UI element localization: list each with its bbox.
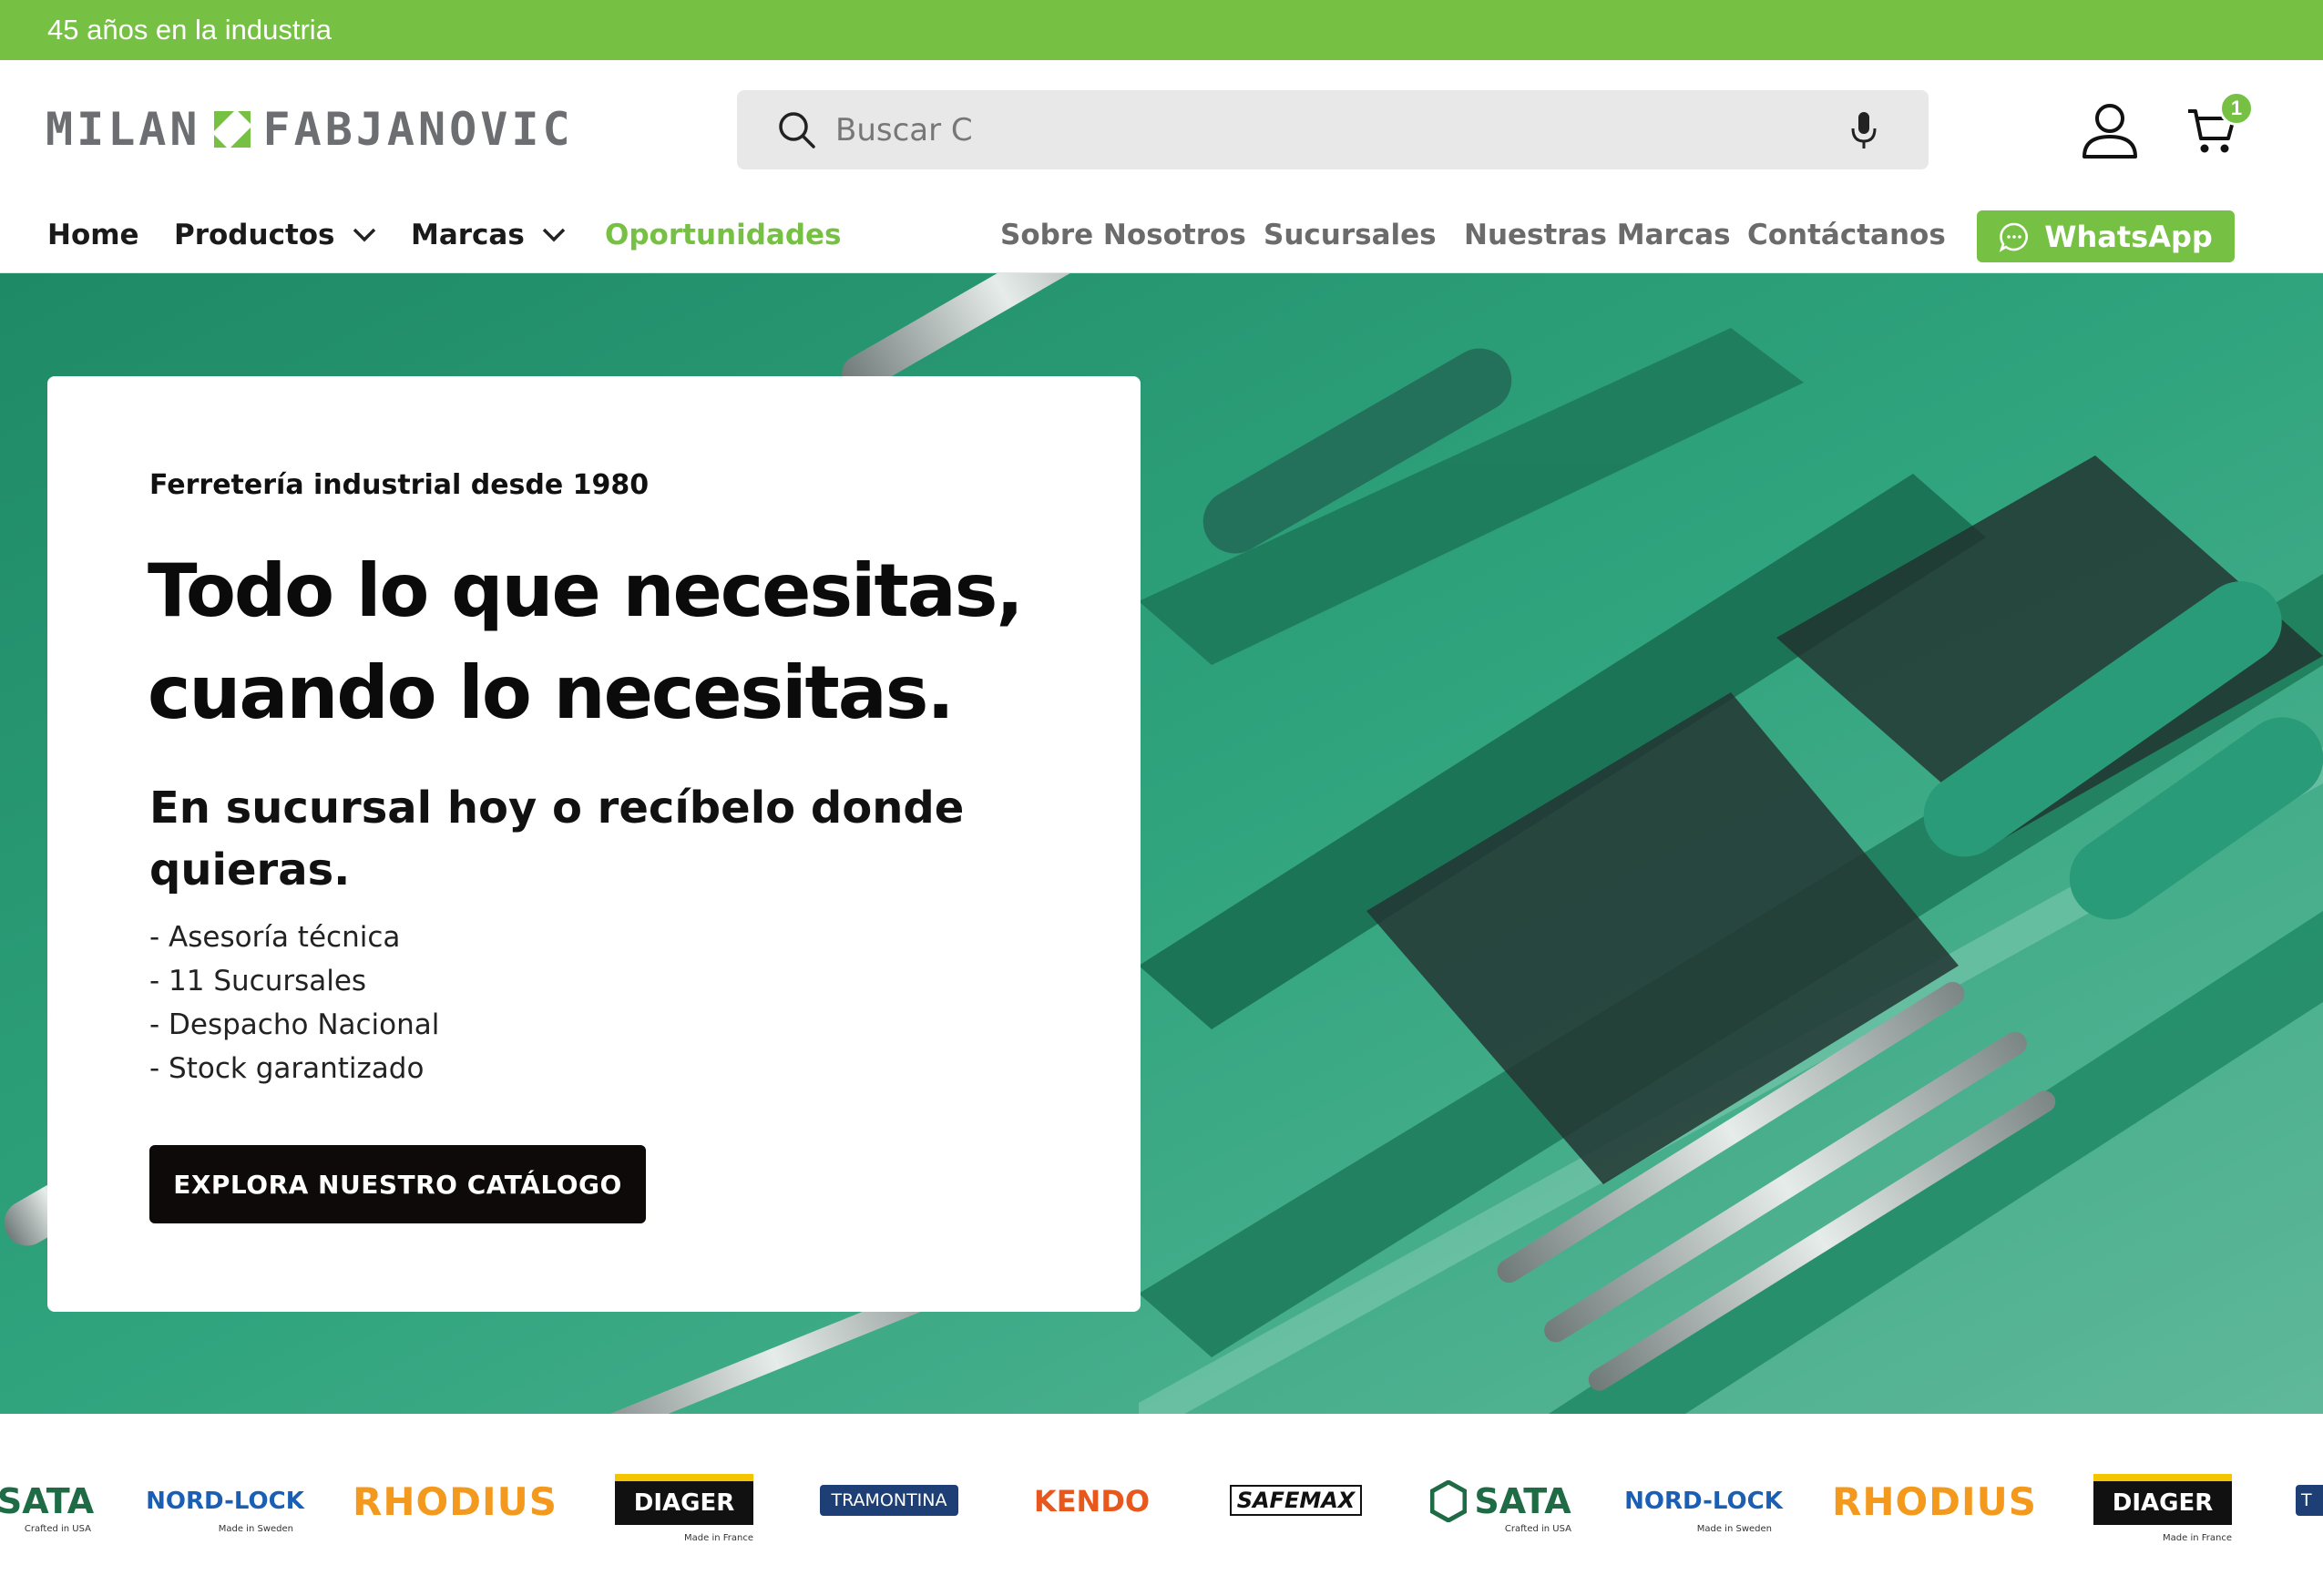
microphone-icon[interactable] xyxy=(1846,108,1882,152)
nav-label: Sobre Nosotros xyxy=(1000,219,1246,251)
hero-title-line: cuando lo necesitas. xyxy=(148,650,955,735)
hero-title: Todo lo que necesitas, cuando lo necesit… xyxy=(148,540,1059,744)
main-nav: Home Productos Marcas Oportunidades Sobr… xyxy=(0,200,2323,290)
brand-name: SATA xyxy=(1474,1481,1571,1521)
brand-tag: Crafted in USA xyxy=(24,1524,91,1534)
nav-item-nuestras-marcas[interactable]: Nuestras Marcas xyxy=(1464,219,1731,251)
brand-name: SAFEMAX xyxy=(1236,1488,1356,1513)
brand-name: NORD-LOCK xyxy=(146,1488,304,1515)
brand-logo-nord-lock[interactable]: NORD-LOCK Made in Sweden xyxy=(146,1474,304,1534)
site-logo[interactable]: MILAN FABJANOVIC xyxy=(46,103,574,156)
brand-name: NORD-LOCK xyxy=(1624,1488,1783,1515)
list-item: - Asesoría técnica xyxy=(149,921,401,954)
whatsapp-button[interactable]: WhatsApp xyxy=(1977,210,2235,262)
brand-logo-tramontina[interactable]: TRAMONTINA xyxy=(820,1485,958,1516)
brand-name: KENDO xyxy=(1033,1484,1151,1519)
hero-title-line: Todo lo que necesitas, xyxy=(148,548,1024,633)
cart-count-badge: 1 xyxy=(2219,91,2254,126)
brand-name: SATA xyxy=(0,1481,95,1521)
nav-item-home[interactable]: Home xyxy=(47,219,139,290)
brand-name: RHODIUS xyxy=(352,1478,558,1524)
hero-subtitle: En sucursal hoy o recíbelo donde quieras… xyxy=(149,783,965,895)
nav-item-marcas[interactable]: Marcas xyxy=(411,219,567,251)
logo-text-right: FABJANOVIC xyxy=(262,103,574,156)
search-icon[interactable] xyxy=(777,110,817,150)
site-header: MILAN FABJANOVIC 1 xyxy=(0,60,2323,200)
explore-catalog-button[interactable]: EXPLORA NUESTRO CATÁLOGO xyxy=(149,1145,646,1223)
brand-name: DIAGER xyxy=(2112,1489,2214,1517)
brand-name: DIAGER xyxy=(633,1489,735,1517)
hero-banner: Ferretería industrial desde 1980 Todo lo… xyxy=(0,273,2323,1414)
nav-label: Sucursales xyxy=(1264,219,1437,251)
whatsapp-label: WhatsApp xyxy=(2044,219,2213,254)
chevron-down-icon xyxy=(353,228,375,242)
brand-logo-rhodius[interactable]: RHODIUS xyxy=(353,1474,557,1529)
brand-logo-safemax[interactable]: SAFEMAX xyxy=(1230,1485,1362,1516)
nav-label: Contáctanos xyxy=(1747,219,1946,251)
brand-logo-sata[interactable]: SATA Crafted in USA xyxy=(1430,1474,1571,1534)
brand-logo-rhodius[interactable]: RHODIUS xyxy=(1832,1474,2036,1529)
nav-item-sucursales[interactable]: Sucursales xyxy=(1264,219,1437,251)
chevron-down-icon xyxy=(542,228,566,242)
brand-tag: Made in Sweden xyxy=(218,1524,293,1534)
brand-name: T xyxy=(2301,1490,2312,1510)
list-item: - 11 Sucursales xyxy=(149,965,367,998)
nav-label: Marcas xyxy=(411,219,525,251)
search-input[interactable] xyxy=(835,107,1746,154)
brand-logo-sata[interactable]: SATA Crafted in USA xyxy=(0,1474,95,1534)
logo-text-left: MILAN xyxy=(46,103,201,156)
brand-name: RHODIUS xyxy=(1831,1478,2038,1524)
sata-shield-icon xyxy=(1430,1480,1468,1522)
nav-item-sobre-nosotros[interactable]: Sobre Nosotros xyxy=(1000,219,1246,251)
brand-name: TRAMONTINA xyxy=(831,1490,947,1510)
nav-label: Oportunidades xyxy=(605,219,842,251)
list-item: - Despacho Nacional xyxy=(149,1008,440,1041)
brand-logo-kendo[interactable]: KENDO xyxy=(1026,1474,1158,1529)
brand-logo-nord-lock[interactable]: NORD-LOCK Made in Sweden xyxy=(1624,1474,1783,1534)
brand-logo-diager[interactable]: DIAGER Made in France xyxy=(2093,1474,2232,1543)
hero-eyebrow: Ferretería industrial desde 1980 xyxy=(149,469,650,501)
nav-label: Home xyxy=(47,219,139,251)
announcement-text: 45 años en la industria xyxy=(47,14,332,46)
nav-item-oportunidades[interactable]: Oportunidades xyxy=(605,219,842,251)
logo-mark-icon xyxy=(213,111,251,148)
nav-label: Nuestras Marcas xyxy=(1464,219,1731,251)
hero-feature-list: - Asesoría técnica - 11 Sucursales - Des… xyxy=(149,916,439,1090)
list-item: - Stock garantizado xyxy=(149,1052,425,1085)
brand-logo-diager[interactable]: DIAGER Made in France xyxy=(615,1474,753,1543)
nav-item-contactanos[interactable]: Contáctanos xyxy=(1747,219,1946,251)
brand-logo-tramontina[interactable]: T xyxy=(2296,1485,2323,1516)
brand-tag: Made in France xyxy=(684,1533,753,1543)
user-icon[interactable] xyxy=(2080,100,2140,160)
hero-card: Ferretería industrial desde 1980 Todo lo… xyxy=(47,376,1141,1312)
brand-logo-strip: SATA Crafted in USA NORD-LOCK Made in Swed… xyxy=(0,1414,2323,1596)
announcement-bar: 45 años en la industria xyxy=(0,0,2323,60)
brand-tag: Made in France xyxy=(2163,1533,2232,1543)
nav-item-productos[interactable]: Productos xyxy=(174,219,377,251)
brand-tag: Crafted in USA xyxy=(1504,1524,1571,1534)
search-bar[interactable] xyxy=(737,90,1929,169)
nav-label: Productos xyxy=(174,219,335,251)
chat-bubble-icon xyxy=(1999,222,2029,252)
brand-tag: Made in Sweden xyxy=(1696,1524,1772,1534)
